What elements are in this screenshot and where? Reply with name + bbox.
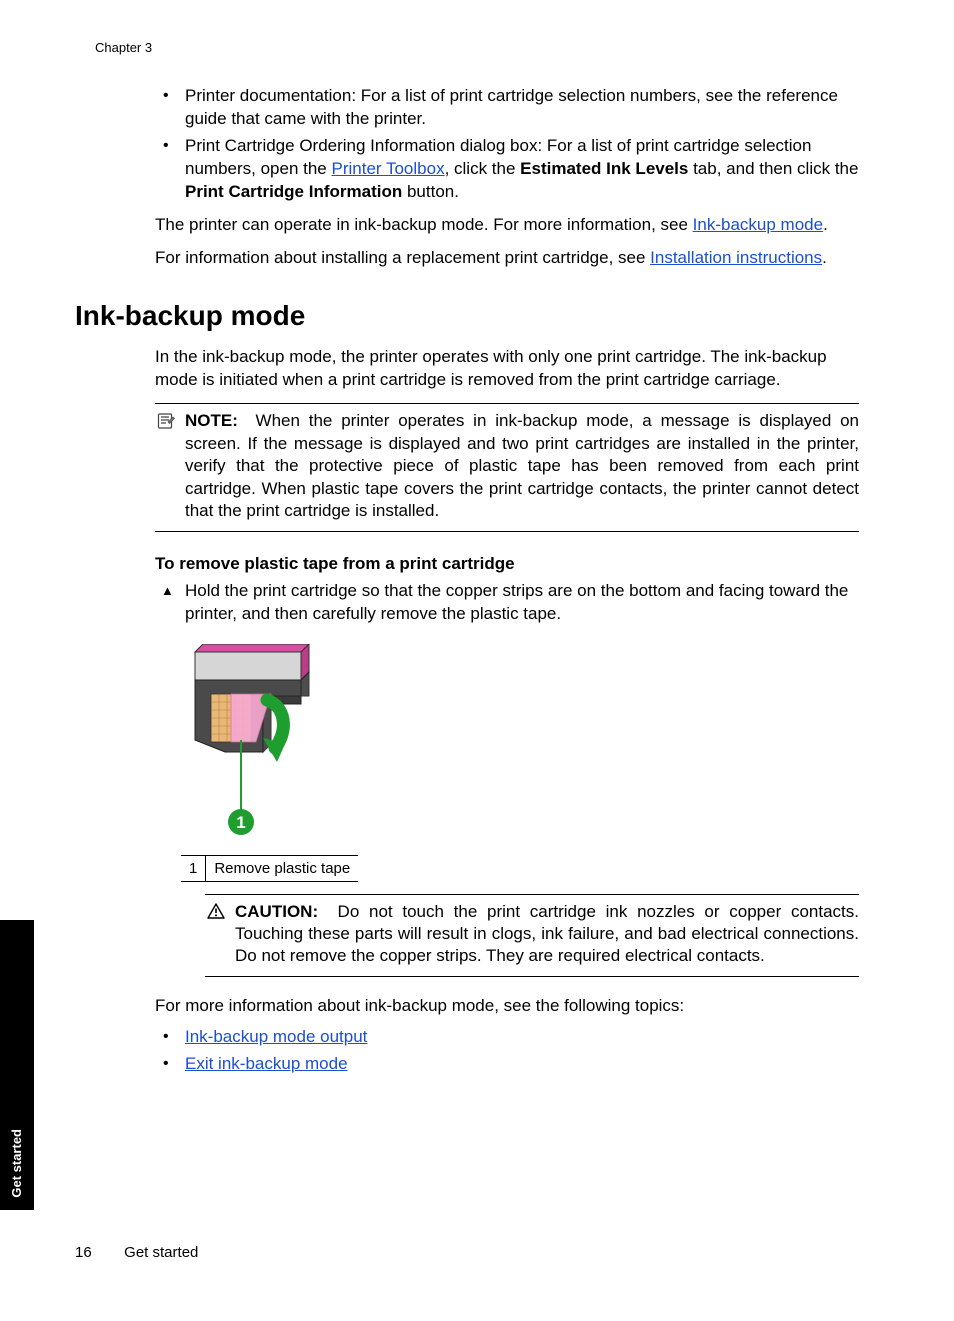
procedure-step-list: Hold the print cartridge so that the cop… <box>155 580 859 626</box>
exit-ink-backup-link[interactable]: Exit ink-backup mode <box>185 1054 348 1073</box>
cartridge-illustration: 1 <box>181 644 341 844</box>
text-fragment: . <box>822 248 827 267</box>
caution-callout: CAUTION: Do not touch the print cartridg… <box>205 894 859 977</box>
caution-label: CAUTION: <box>235 902 318 921</box>
text-fragment: , click the <box>445 159 521 178</box>
side-tab-label: Get started <box>9 1129 24 1198</box>
procedure-step: Hold the print cartridge so that the cop… <box>155 580 859 626</box>
more-info-paragraph: For more information about ink-backup mo… <box>155 995 859 1018</box>
ink-backup-output-link[interactable]: Ink-backup mode output <box>185 1027 367 1046</box>
printer-toolbox-link[interactable]: Printer Toolbox <box>331 159 444 178</box>
callout-number: 1 <box>236 813 245 832</box>
intro-bullet-list: Printer documentation: For a list of pri… <box>155 85 859 204</box>
procedure-subhead: To remove plastic tape from a print cart… <box>155 554 859 574</box>
bullet-item: Print Cartridge Ordering Information dia… <box>155 135 859 204</box>
page-footer: 16 Get started <box>75 1244 198 1261</box>
legend-text: Remove plastic tape <box>206 855 358 881</box>
page-number: 16 <box>75 1244 120 1261</box>
paragraph: The printer can operate in ink-backup mo… <box>155 214 859 237</box>
note-callout: NOTE: When the printer operates in ink-b… <box>155 403 859 531</box>
topic-link-list: Ink-backup mode output Exit ink-backup m… <box>155 1026 859 1076</box>
side-tab: Get started <box>0 920 34 1210</box>
section-heading: Ink-backup mode <box>75 300 859 332</box>
caution-body: Do not touch the print cartridge ink noz… <box>235 902 859 966</box>
figure-legend: 1 Remove plastic tape <box>181 855 358 882</box>
bullet-item: Printer documentation: For a list of pri… <box>155 85 859 131</box>
intro-block: Printer documentation: For a list of pri… <box>155 85 859 270</box>
caution-icon <box>205 901 227 919</box>
footer-section: Get started <box>124 1244 198 1261</box>
note-body: When the printer operates in ink-backup … <box>185 411 859 520</box>
caution-text: CAUTION: Do not touch the print cartridg… <box>235 901 859 968</box>
text-fragment: The printer can operate in ink-backup mo… <box>155 215 693 234</box>
text-fragment: button. <box>402 182 459 201</box>
installation-instructions-link[interactable]: Installation instructions <box>650 248 822 267</box>
note-icon <box>155 410 177 430</box>
text-fragment: . <box>823 215 828 234</box>
bullet-item: Exit ink-backup mode <box>155 1053 859 1076</box>
step-text: Hold the print cartridge so that the cop… <box>185 581 848 623</box>
bold-text: Estimated Ink Levels <box>520 159 688 178</box>
text-fragment: tab, and then click the <box>688 159 858 178</box>
section-intro-paragraph: In the ink-backup mode, the printer oper… <box>155 346 859 392</box>
section-body: In the ink-backup mode, the printer oper… <box>155 346 859 1076</box>
caution-wrap: CAUTION: Do not touch the print cartridg… <box>205 894 859 977</box>
paragraph: For information about installing a repla… <box>155 247 859 270</box>
legend-number: 1 <box>181 855 206 881</box>
note-text: NOTE: When the printer operates in ink-b… <box>185 410 859 522</box>
chapter-label: Chapter 3 <box>95 40 859 55</box>
ink-backup-mode-link[interactable]: Ink-backup mode <box>693 215 823 234</box>
bullet-text: Printer documentation: For a list of pri… <box>185 86 838 128</box>
bold-text: Print Cartridge Information <box>185 182 402 201</box>
text-fragment: For information about installing a repla… <box>155 248 650 267</box>
note-label: NOTE: <box>185 411 238 430</box>
document-page: Chapter 3 Printer documentation: For a l… <box>0 0 954 1321</box>
figure: 1 1 Remove plastic tape <box>181 644 859 882</box>
bullet-item: Ink-backup mode output <box>155 1026 859 1049</box>
